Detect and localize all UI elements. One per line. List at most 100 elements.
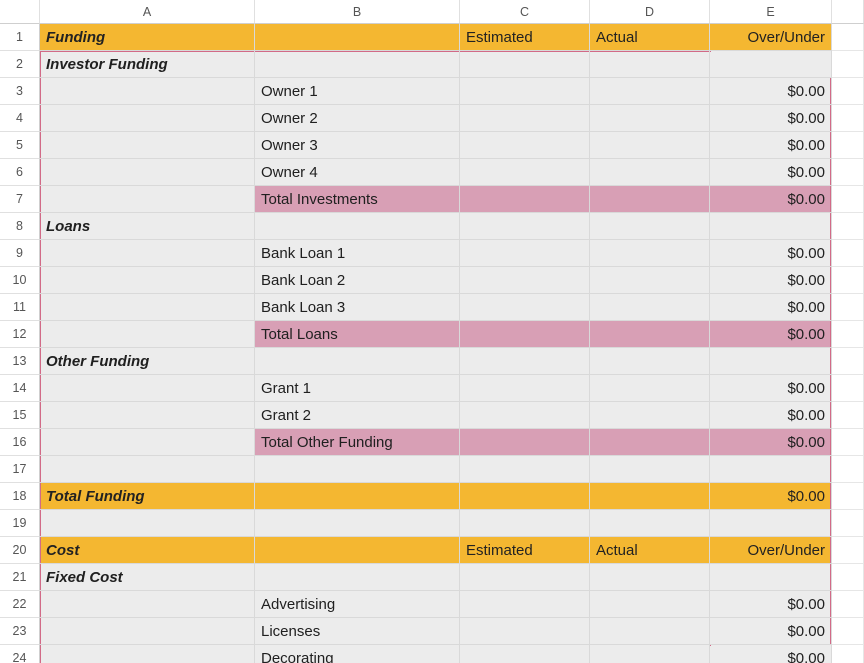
cell-B17[interactable] (255, 456, 460, 483)
cell-blank-8[interactable] (832, 213, 864, 240)
cell-A18[interactable]: Total Funding (40, 483, 255, 510)
cell-C7[interactable] (460, 186, 590, 213)
cell-C13[interactable] (460, 348, 590, 375)
row-header[interactable]: 6 (0, 159, 40, 186)
row-header[interactable]: 10 (0, 267, 40, 294)
cell-A4[interactable] (40, 105, 255, 132)
row-header[interactable]: 22 (0, 591, 40, 618)
cell-B2[interactable] (255, 51, 460, 78)
cell-A21[interactable]: Fixed Cost (40, 564, 255, 591)
row-header[interactable]: 11 (0, 294, 40, 321)
cell-E6[interactable]: $0.00 (710, 159, 832, 186)
cell-A19[interactable] (40, 510, 255, 537)
cell-B10[interactable]: Bank Loan 2 (255, 267, 460, 294)
cell-D15[interactable] (590, 402, 710, 429)
cell-B15[interactable]: Grant 2 (255, 402, 460, 429)
cell-C19[interactable] (460, 510, 590, 537)
cell-B16[interactable]: Total Other Funding (255, 429, 460, 456)
cell-E13[interactable] (710, 348, 832, 375)
cell-C22[interactable] (460, 591, 590, 618)
cell-A5[interactable] (40, 132, 255, 159)
cell-blank-24[interactable] (832, 645, 864, 663)
cell-blank-15[interactable] (832, 402, 864, 429)
cell-E15[interactable]: $0.00 (710, 402, 832, 429)
cell-A6[interactable] (40, 159, 255, 186)
row-header[interactable]: 3 (0, 78, 40, 105)
cell-B22[interactable]: Advertising (255, 591, 460, 618)
cell-D16[interactable] (590, 429, 710, 456)
cell-E5[interactable]: $0.00 (710, 132, 832, 159)
cell-blank-2[interactable] (832, 51, 864, 78)
corner-cell[interactable] (0, 0, 40, 24)
row-header[interactable]: 21 (0, 564, 40, 591)
row-header[interactable]: 4 (0, 105, 40, 132)
cell-A17[interactable] (40, 456, 255, 483)
cell-C17[interactable] (460, 456, 590, 483)
cell-blank-23[interactable] (832, 618, 864, 645)
cell-C15[interactable] (460, 402, 590, 429)
cell-blank-5[interactable] (832, 132, 864, 159)
cell-A20[interactable]: Cost (40, 537, 255, 564)
col-header-C[interactable]: C (460, 0, 590, 24)
cell-A10[interactable] (40, 267, 255, 294)
cell-D21[interactable] (590, 564, 710, 591)
cell-B19[interactable] (255, 510, 460, 537)
cell-blank-18[interactable] (832, 483, 864, 510)
cell-blank-20[interactable] (832, 537, 864, 564)
cell-C11[interactable] (460, 294, 590, 321)
cell-A16[interactable] (40, 429, 255, 456)
cell-A11[interactable] (40, 294, 255, 321)
row-header[interactable]: 14 (0, 375, 40, 402)
cell-E22[interactable]: $0.00 (710, 591, 832, 618)
row-header[interactable]: 23 (0, 618, 40, 645)
cell-E19[interactable] (710, 510, 832, 537)
cell-B1[interactable] (255, 24, 460, 51)
cell-D13[interactable] (590, 348, 710, 375)
row-header[interactable]: 1 (0, 24, 40, 51)
row-header[interactable]: 16 (0, 429, 40, 456)
row-header[interactable]: 9 (0, 240, 40, 267)
cell-B6[interactable]: Owner 4 (255, 159, 460, 186)
cell-B7[interactable]: Total Investments (255, 186, 460, 213)
cell-A24[interactable] (40, 645, 255, 663)
cell-E23[interactable]: $0.00 (710, 618, 832, 645)
cell-B20[interactable] (255, 537, 460, 564)
cell-E18[interactable]: $0.00 (710, 483, 832, 510)
cell-D10[interactable] (590, 267, 710, 294)
row-header[interactable]: 20 (0, 537, 40, 564)
cell-C20[interactable]: Estimated (460, 537, 590, 564)
cell-blank-11[interactable] (832, 294, 864, 321)
cell-C2[interactable] (460, 51, 590, 78)
cell-B12[interactable]: Total Loans (255, 321, 460, 348)
cell-B23[interactable]: Licenses (255, 618, 460, 645)
cell-B14[interactable]: Grant 1 (255, 375, 460, 402)
cell-C16[interactable] (460, 429, 590, 456)
cell-D9[interactable] (590, 240, 710, 267)
col-header-D[interactable]: D (590, 0, 710, 24)
spreadsheet-grid[interactable]: ABCDE1FundingEstimatedActualOver/Under2I… (0, 0, 864, 663)
col-header-extra[interactable] (832, 0, 864, 24)
cell-E9[interactable]: $0.00 (710, 240, 832, 267)
cell-B11[interactable]: Bank Loan 3 (255, 294, 460, 321)
cell-E12[interactable]: $0.00 (710, 321, 832, 348)
cell-blank-4[interactable] (832, 105, 864, 132)
cell-D18[interactable] (590, 483, 710, 510)
row-header[interactable]: 2 (0, 51, 40, 78)
cell-A15[interactable] (40, 402, 255, 429)
cell-blank-3[interactable] (832, 78, 864, 105)
cell-B21[interactable] (255, 564, 460, 591)
cell-blank-10[interactable] (832, 267, 864, 294)
cell-blank-14[interactable] (832, 375, 864, 402)
cell-E1[interactable]: Over/Under (710, 24, 832, 51)
cell-blank-19[interactable] (832, 510, 864, 537)
cell-C3[interactable] (460, 78, 590, 105)
col-header-A[interactable]: A (40, 0, 255, 24)
col-header-B[interactable]: B (255, 0, 460, 24)
cell-B4[interactable]: Owner 2 (255, 105, 460, 132)
row-header[interactable]: 13 (0, 348, 40, 375)
cell-D22[interactable] (590, 591, 710, 618)
row-header[interactable]: 5 (0, 132, 40, 159)
cell-A1[interactable]: Funding (40, 24, 255, 51)
cell-D6[interactable] (590, 159, 710, 186)
cell-A3[interactable] (40, 78, 255, 105)
